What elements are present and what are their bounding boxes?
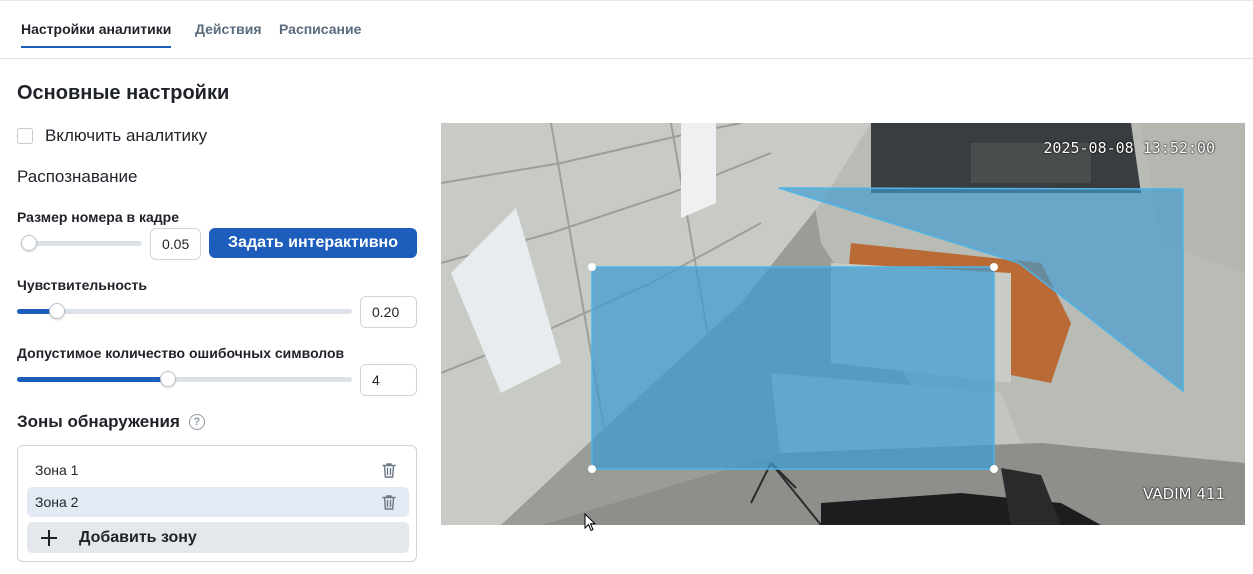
sensitivity-label: Чувствительность [17, 277, 147, 293]
plate-size-input[interactable]: 0.05 [150, 228, 201, 260]
add-zone-button[interactable]: Добавить зону [27, 522, 409, 553]
sensitivity-input[interactable]: 0.20 [360, 296, 417, 328]
zones-list: Зона 1 Зона 2 Добавить зону [17, 445, 417, 562]
tab-schedule[interactable]: Расписание [279, 21, 361, 48]
add-zone-label: Добавить зону [79, 528, 197, 546]
plate-size-slider[interactable] [21, 235, 142, 251]
tab-bar: Настройки аналитики Действия Расписание [0, 0, 1253, 59]
slider-thumb[interactable] [49, 303, 65, 319]
camera-scene [441, 123, 1245, 525]
error-chars-input[interactable]: 4 [360, 364, 417, 396]
set-interactive-button[interactable]: Задать интерактивно [209, 228, 417, 258]
plate-size-label: Размер номера в кадре [17, 209, 180, 225]
slider-track [17, 309, 352, 314]
zones-title: Зоны обнаружения [17, 412, 180, 431]
zone-label: Зона 2 [35, 494, 79, 510]
zone-handle[interactable] [588, 263, 596, 271]
tab-analytics-settings[interactable]: Настройки аналитики [21, 21, 172, 48]
error-chars-slider[interactable] [17, 371, 352, 387]
trash-icon[interactable] [381, 462, 397, 479]
sensitivity-slider[interactable] [17, 303, 352, 319]
camera-preview[interactable]: 2025-08-08 13:52:00 VADIM 411 [441, 123, 1245, 525]
enable-analytics-row[interactable]: Включить аналитику [17, 125, 207, 147]
zone-label: Зона 1 [35, 462, 79, 478]
slider-fill [17, 377, 168, 382]
enable-analytics-checkbox[interactable] [17, 128, 33, 144]
trash-icon[interactable] [381, 494, 397, 511]
recognition-heading: Распознавание [17, 167, 138, 186]
error-chars-label: Допустимое количество ошибочных символов [17, 345, 345, 361]
zone-handle[interactable] [990, 465, 998, 473]
enable-analytics-label: Включить аналитику [45, 126, 208, 145]
zones-header: Зоны обнаружения ? [17, 412, 205, 432]
tab-actions[interactable]: Действия [195, 21, 262, 48]
mouse-cursor-icon [584, 513, 596, 532]
zone-polygon-2[interactable] [591, 266, 995, 470]
zone-handle[interactable] [588, 465, 596, 473]
plus-icon [41, 529, 57, 546]
camera-timestamp: 2025-08-08 13:52:00 [1043, 139, 1215, 157]
camera-name: VADIM 411 [1143, 485, 1225, 503]
section-title: Основные настройки [17, 82, 230, 104]
slider-track [21, 241, 142, 246]
slider-thumb[interactable] [160, 371, 176, 387]
slider-thumb[interactable] [21, 235, 37, 251]
zone-item-2[interactable]: Зона 2 [27, 487, 409, 517]
zone-item-1[interactable]: Зона 1 [27, 455, 409, 485]
zone-handle[interactable] [990, 263, 998, 271]
question-circle-icon[interactable]: ? [188, 414, 205, 430]
